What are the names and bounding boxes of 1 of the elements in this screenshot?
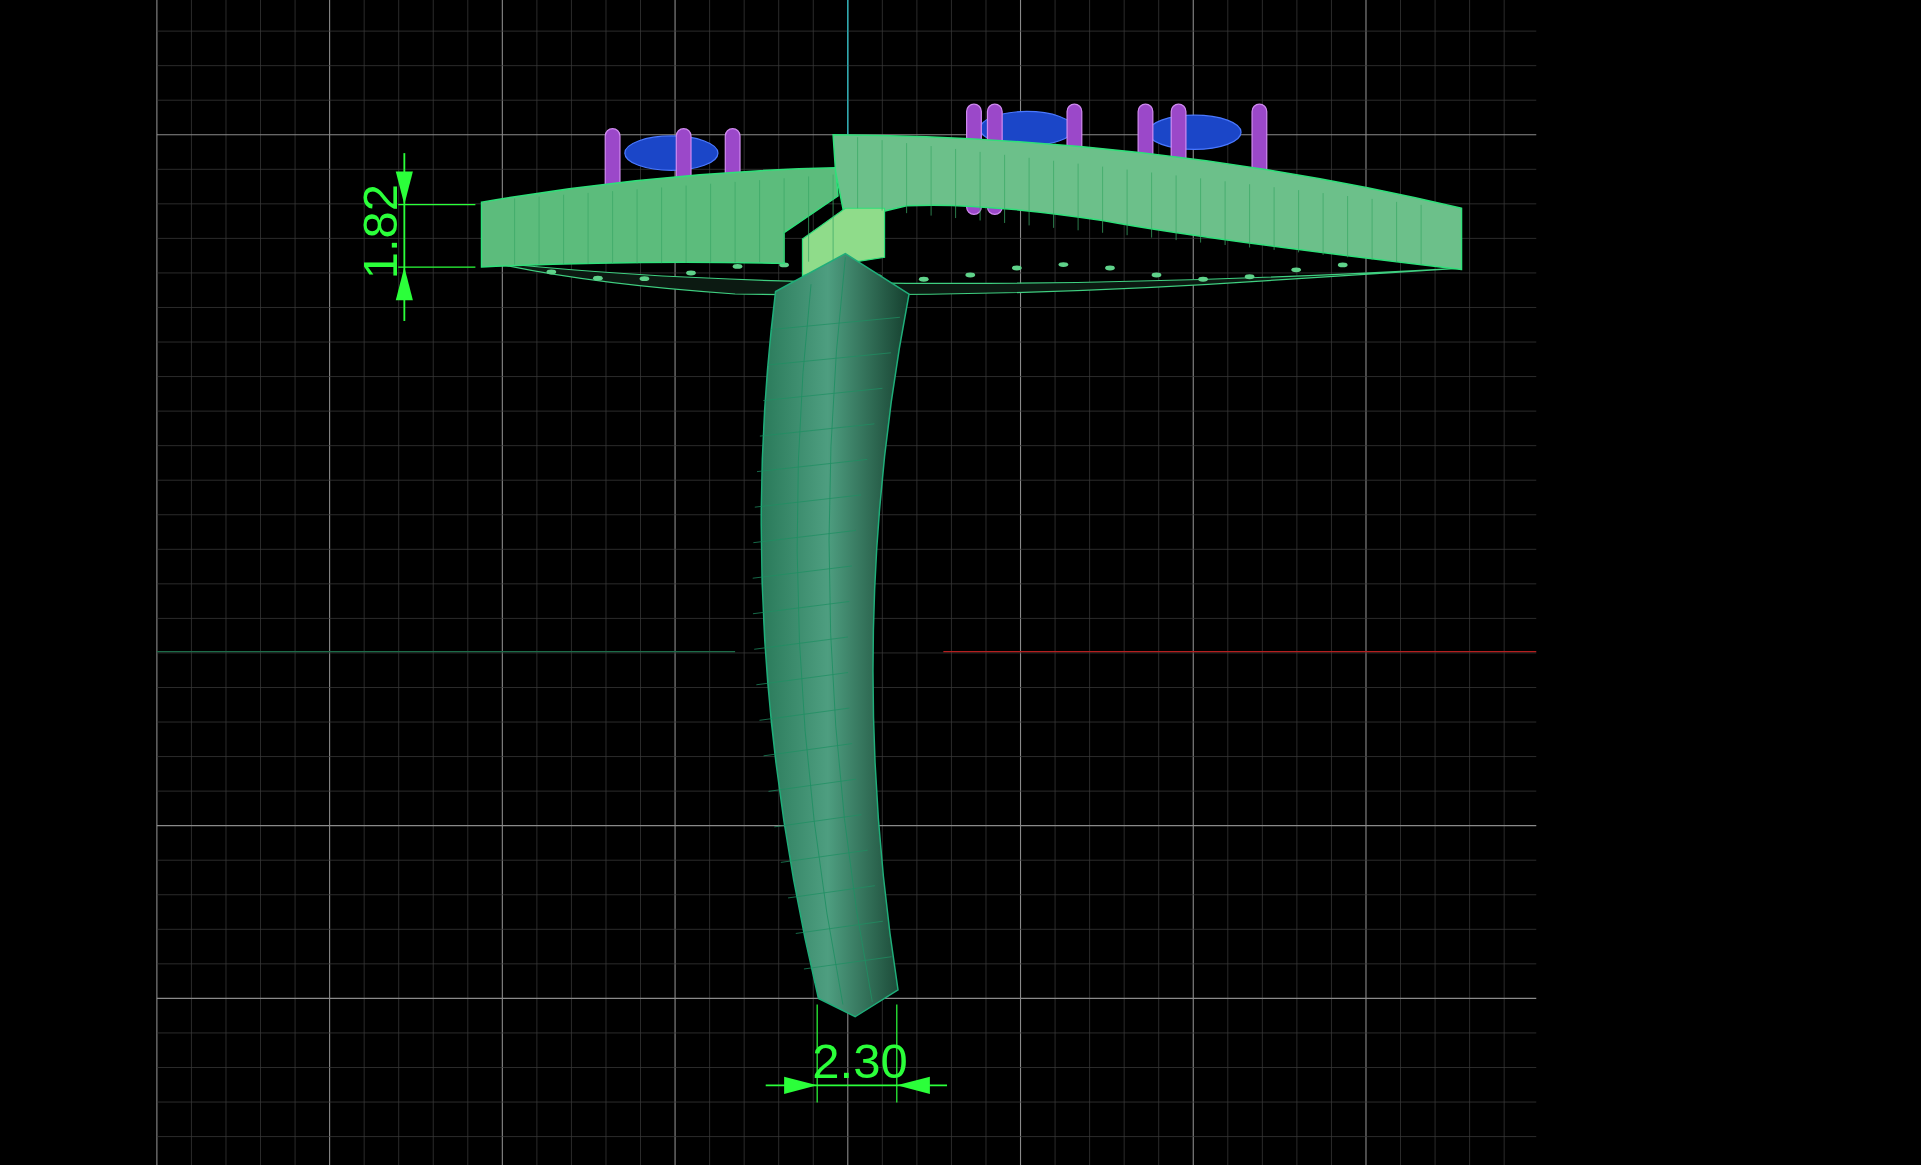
dimension-label: 1.82 [353,183,407,280]
